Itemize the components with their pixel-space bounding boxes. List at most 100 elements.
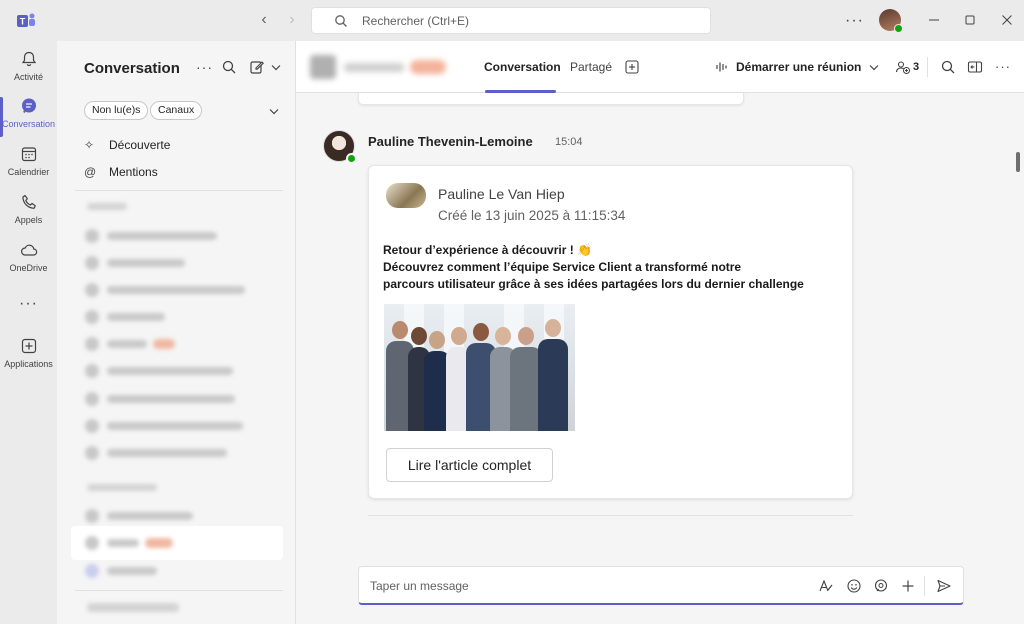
search-input[interactable]: Rechercher (Ctrl+E): [311, 7, 711, 34]
meeting-chevron-down-icon[interactable]: [866, 59, 882, 75]
tab-conversation[interactable]: Conversation: [484, 60, 561, 74]
channel-search-icon[interactable]: [940, 59, 956, 75]
list-item[interactable]: [85, 229, 217, 243]
redacted-channel-name: [310, 55, 460, 79]
add-apps-icon: [21, 338, 36, 354]
sparkle-icon: ✧: [84, 138, 95, 152]
list-item[interactable]: [85, 337, 175, 351]
previous-post-card: [358, 93, 744, 105]
main-pane: Conversation Partagé Démarrer une réunio…: [296, 41, 1024, 624]
rail-item-more[interactable]: ···: [0, 295, 57, 339]
card-author-avatar: [386, 183, 426, 208]
rail-item-calls[interactable]: Appels: [0, 193, 57, 237]
list-item[interactable]: [85, 509, 193, 523]
teams-logo-icon[interactable]: T: [16, 11, 36, 31]
read-article-button[interactable]: Lire l'article complet: [386, 448, 553, 482]
tab-shared[interactable]: Partagé: [570, 60, 612, 74]
user-avatar[interactable]: [879, 9, 903, 33]
emoji-icon[interactable]: [846, 578, 862, 594]
next-post-card: [368, 515, 853, 518]
minimize-icon[interactable]: [926, 12, 942, 28]
conversation-panel: Conversation ··· Non lu(e)s Canaux ✧ Déco…: [57, 41, 296, 624]
rail-label: Calendrier: [7, 167, 50, 177]
rail-label: Applications: [4, 359, 53, 369]
filter-channels-chip[interactable]: Canaux: [150, 101, 203, 120]
participants-count: 3: [913, 61, 920, 73]
search-placeholder: Rechercher (Ctrl+E): [362, 14, 470, 28]
settings-more-icon[interactable]: ···: [845, 12, 864, 30]
at-icon: @: [84, 165, 97, 179]
list-item[interactable]: [85, 283, 245, 297]
panel-more-icon[interactable]: ···: [196, 59, 212, 75]
start-meeting-button[interactable]: Démarrer une réunion: [736, 60, 861, 74]
rail-item-calendar[interactable]: Calendrier: [0, 145, 57, 189]
article-card: Pauline Le Van Hiep Créé le 13 juin 2025…: [368, 165, 853, 499]
list-item[interactable]: [85, 419, 243, 433]
rail-label: Appels: [14, 215, 43, 225]
list-item[interactable]: [85, 364, 233, 378]
list-item[interactable]: [85, 256, 185, 270]
format-text-icon[interactable]: [818, 578, 834, 594]
redacted-section-header: [87, 203, 127, 210]
more-icon: ···: [19, 295, 38, 312]
card-line: Retour d’expérience à découvrir ! 👏: [383, 243, 593, 257]
presence-available-icon: [346, 153, 357, 164]
list-item[interactable]: [85, 392, 235, 406]
mentions-item[interactable]: @ Mentions: [84, 165, 158, 179]
chat-icon: [21, 98, 36, 113]
scrollbar-thumb[interactable]: [1016, 152, 1020, 172]
author-avatar[interactable]: [323, 130, 357, 164]
rail-label: OneDrive: [9, 263, 48, 273]
channel-header: Conversation Partagé Démarrer une réunio…: [296, 41, 1024, 93]
bell-icon: [21, 51, 36, 67]
panel-title: Conversation: [84, 60, 180, 77]
rail-item-applications[interactable]: Applications: [0, 337, 57, 381]
list-item[interactable]: [85, 310, 165, 324]
panel-divider: [75, 190, 283, 191]
card-author-name: Pauline Le Van Hiep: [438, 186, 565, 202]
discover-item[interactable]: ✧ Découverte: [84, 138, 170, 152]
participants-icon[interactable]: [895, 59, 911, 75]
list-item[interactable]: [85, 536, 173, 550]
header-more-icon[interactable]: ···: [995, 59, 1011, 75]
card-line: Découvrez comment l’équipe Service Clien…: [383, 260, 742, 274]
composer-separator: [924, 576, 925, 596]
svg-text:T: T: [20, 17, 26, 27]
rail-item-activity[interactable]: Activité: [0, 50, 57, 94]
maximize-icon[interactable]: [962, 12, 978, 28]
channel-info-panel-icon[interactable]: [967, 59, 983, 75]
rail-label: Activité: [13, 72, 43, 82]
rail-item-onedrive[interactable]: OneDrive: [0, 241, 57, 285]
attach-plus-icon[interactable]: [900, 578, 916, 594]
list-item[interactable]: [85, 564, 157, 578]
filter-expand-chevron-icon[interactable]: [266, 103, 282, 119]
header-separator: [927, 57, 928, 77]
close-icon[interactable]: [999, 12, 1015, 28]
back-arrow-icon[interactable]: ‹: [256, 12, 272, 28]
audio-wave-icon: [716, 62, 727, 72]
chevron-down-icon[interactable]: [268, 59, 284, 75]
team-photo: [384, 304, 575, 431]
rail-label: Conversation: [1, 119, 56, 129]
post-author[interactable]: Pauline Thevenin-Lemoine: [368, 134, 533, 149]
calendar-icon: [21, 147, 36, 162]
redacted-section-header: [87, 603, 179, 612]
rail-item-conversation[interactable]: Conversation: [0, 97, 57, 141]
filter-unread-chip[interactable]: Non lu(e)s: [84, 101, 149, 120]
redacted-section-header: [87, 484, 157, 491]
panel-search-icon[interactable]: [221, 59, 237, 75]
forward-arrow-icon[interactable]: ›: [284, 12, 300, 28]
search-icon: [335, 15, 347, 27]
compose-icon[interactable]: [249, 59, 265, 75]
app-rail: Activité Conversation Calendrier Appels …: [0, 41, 57, 624]
loop-component-icon[interactable]: [873, 578, 889, 594]
cloud-icon: [20, 244, 37, 256]
message-composer[interactable]: Taper un message: [358, 566, 964, 605]
title-bar: T ‹ › Rechercher (Ctrl+E) ···: [0, 0, 1024, 41]
panel-divider: [75, 590, 283, 591]
card-line: parcours utilisateur grâce à ses idées p…: [383, 277, 804, 291]
send-icon[interactable]: [936, 578, 952, 594]
list-item[interactable]: [85, 446, 227, 460]
card-created-date: Créé le 13 juin 2025 à 11:15:34: [438, 208, 626, 223]
add-tab-icon[interactable]: [624, 59, 640, 75]
